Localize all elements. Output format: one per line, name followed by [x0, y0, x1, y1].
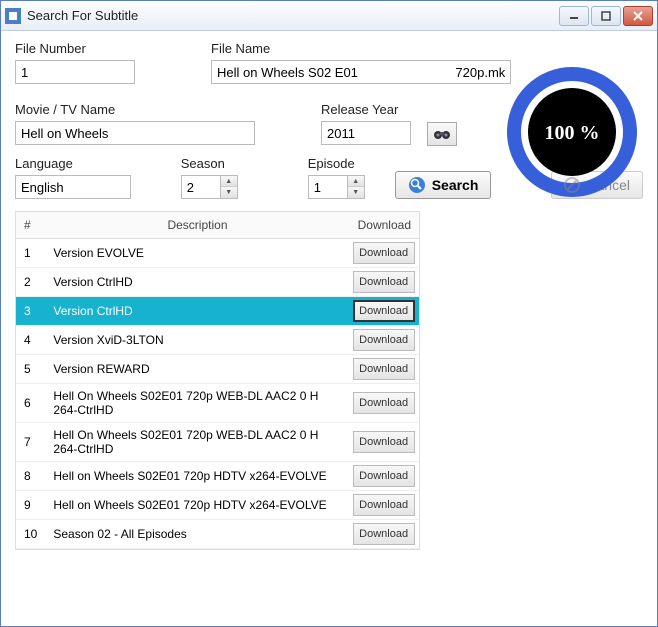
row-desc: Version CtrlHD — [45, 268, 349, 297]
file-name-label: File Name — [211, 41, 511, 56]
table-row[interactable]: 7Hell On Wheels S02E01 720p WEB-DL AAC2 … — [16, 423, 419, 462]
release-year-label: Release Year — [321, 102, 411, 117]
season-down[interactable]: ▼ — [221, 187, 237, 198]
download-button[interactable]: Download — [353, 431, 415, 453]
row-desc: Hell On Wheels S02E01 720p WEB-DL AAC2 0… — [45, 423, 349, 462]
row-desc: Hell on Wheels S02E01 720p HDTV x264-EVO… — [45, 462, 349, 491]
download-button[interactable]: Download — [353, 271, 415, 293]
table-row[interactable]: 9Hell on Wheels S02E01 720p HDTV x264-EV… — [16, 491, 419, 520]
download-button[interactable]: Download — [353, 242, 415, 264]
season-input[interactable] — [181, 175, 221, 199]
app-icon — [5, 8, 21, 24]
results-table: # Description Download 1Version EVOLVEDo… — [15, 211, 420, 550]
progress-label: 100 % — [545, 122, 600, 144]
download-button[interactable]: Download — [353, 465, 415, 487]
season-label: Season — [181, 156, 238, 171]
close-button[interactable] — [623, 6, 653, 26]
download-button[interactable]: Download — [353, 494, 415, 516]
search-button-label: Search — [432, 177, 479, 193]
language-select[interactable]: English — [15, 175, 131, 199]
download-button[interactable]: Download — [353, 300, 415, 322]
episode-input[interactable] — [308, 175, 348, 199]
row-desc: Hell On Wheels S02E01 720p WEB-DL AAC2 0… — [45, 384, 349, 423]
language-label: Language — [15, 156, 131, 171]
row-num: 7 — [16, 423, 45, 462]
download-button[interactable]: Download — [353, 523, 415, 545]
row-num: 6 — [16, 384, 45, 423]
file-number-label: File Number — [15, 41, 135, 56]
table-row[interactable]: 10Season 02 - All EpisodesDownload — [16, 520, 419, 549]
episode-down[interactable]: ▼ — [348, 187, 364, 198]
row-num: 5 — [16, 355, 45, 384]
row-num: 10 — [16, 520, 45, 549]
lookup-button[interactable] — [427, 122, 457, 146]
row-num: 1 — [16, 239, 45, 268]
table-row[interactable]: 4Version XviD-3LTONDownload — [16, 326, 419, 355]
row-desc: Hell on Wheels S02E01 720p HDTV x264-EVO… — [45, 491, 349, 520]
season-up[interactable]: ▲ — [221, 176, 237, 187]
col-dl: Download — [350, 212, 419, 239]
episode-up[interactable]: ▲ — [348, 176, 364, 187]
table-row[interactable]: 3Version CtrlHDDownload — [16, 297, 419, 326]
download-button[interactable]: Download — [353, 329, 415, 351]
row-desc: Version XviD-3LTON — [45, 326, 349, 355]
minimize-button[interactable] — [559, 6, 589, 26]
row-desc: Version CtrlHD — [45, 297, 349, 326]
titlebar: Search For Subtitle — [1, 1, 657, 31]
search-button[interactable]: Search — [395, 171, 492, 199]
row-num: 3 — [16, 297, 45, 326]
maximize-button[interactable] — [591, 6, 621, 26]
download-button[interactable]: Download — [353, 358, 415, 380]
file-number-input[interactable] — [15, 60, 135, 84]
window-title: Search For Subtitle — [27, 8, 559, 23]
table-row[interactable]: 6Hell On Wheels S02E01 720p WEB-DL AAC2 … — [16, 384, 419, 423]
episode-label: Episode — [308, 156, 365, 171]
row-desc: Version EVOLVE — [45, 239, 349, 268]
table-row[interactable]: 1Version EVOLVEDownload — [16, 239, 419, 268]
file-name-input[interactable] — [211, 60, 511, 84]
download-button[interactable]: Download — [353, 392, 415, 414]
release-year-input[interactable] — [321, 121, 411, 145]
col-desc: Description — [45, 212, 349, 239]
movie-name-input[interactable] — [15, 121, 255, 145]
movie-name-label: Movie / TV Name — [15, 102, 255, 117]
row-num: 8 — [16, 462, 45, 491]
row-num: 4 — [16, 326, 45, 355]
row-num: 9 — [16, 491, 45, 520]
row-desc: Version REWARD — [45, 355, 349, 384]
row-desc: Season 02 - All Episodes — [45, 520, 349, 549]
table-row[interactable]: 5Version REWARDDownload — [16, 355, 419, 384]
row-num: 2 — [16, 268, 45, 297]
table-row[interactable]: 2Version CtrlHDDownload — [16, 268, 419, 297]
col-num: # — [16, 212, 45, 239]
table-row[interactable]: 8Hell on Wheels S02E01 720p HDTV x264-EV… — [16, 462, 419, 491]
